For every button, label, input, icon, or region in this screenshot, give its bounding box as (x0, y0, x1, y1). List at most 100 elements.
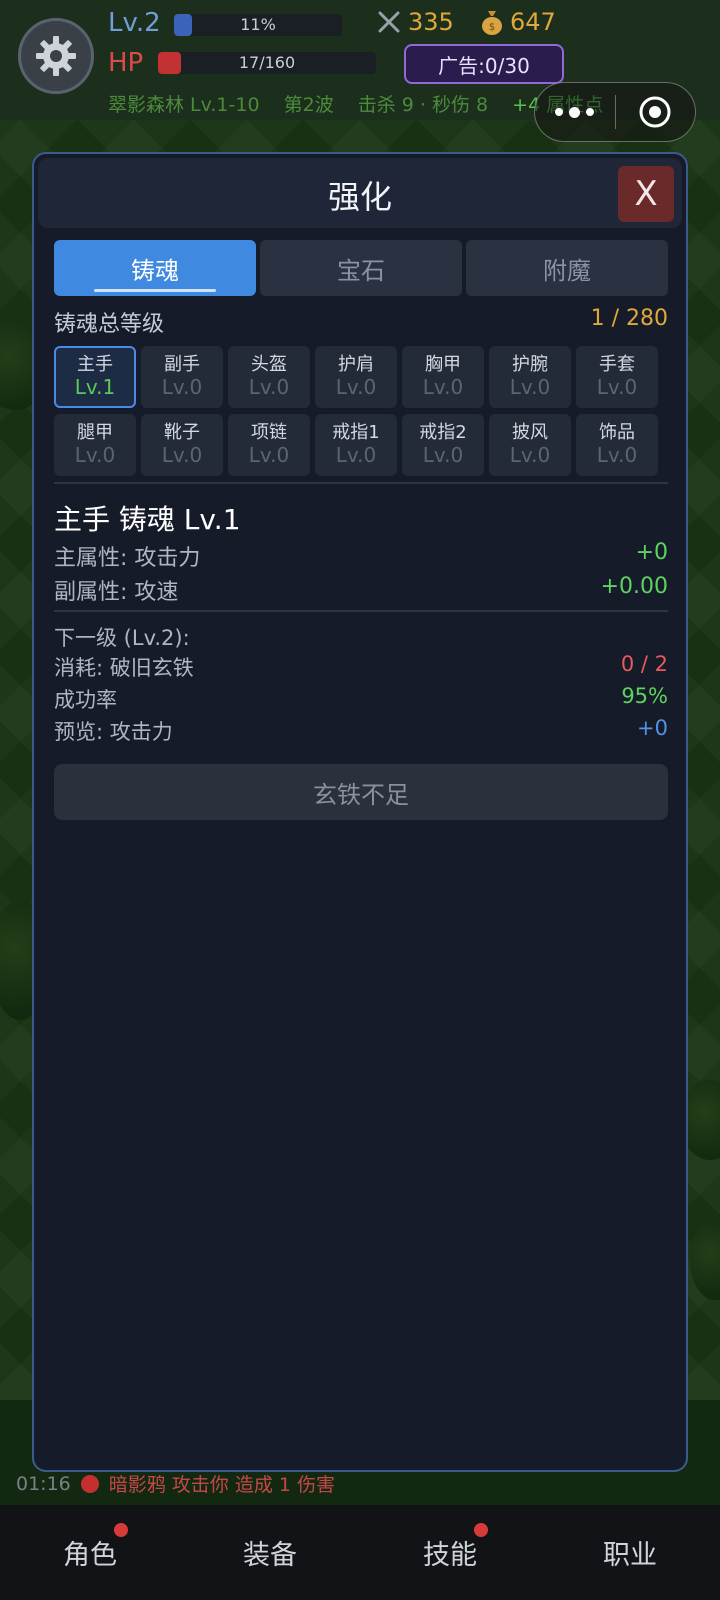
success-rate-label: 成功率 (54, 688, 117, 712)
slot-level: Lv.0 (161, 374, 203, 399)
slot-gloves[interactable]: 手套 Lv.0 (576, 346, 658, 408)
slot-name: 项链 (251, 422, 287, 444)
log-time: 01:16 (16, 1472, 71, 1495)
slot-name: 头盔 (251, 354, 287, 376)
preview-value: +0 (637, 716, 668, 740)
notification-badge (474, 1523, 488, 1537)
slot-level: Lv.0 (74, 442, 116, 467)
player-level: Lv.2 (108, 8, 161, 38)
slot-shoulders[interactable]: 护肩 Lv.0 (315, 346, 397, 408)
slot-helmet[interactable]: 头盔 Lv.0 (228, 346, 310, 408)
more-dots-icon (555, 108, 564, 116)
nav-label: 技能 (423, 1540, 477, 1571)
slot-level: Lv.0 (422, 442, 464, 467)
slot-name: 主手 (77, 354, 113, 376)
next-level-row: 下一级 (Lv.2): (54, 622, 668, 652)
total-level-value: 1 / 280 (590, 306, 668, 331)
slot-name: 饰品 (599, 422, 635, 444)
main-attribute-row: 主属性: 攻击力 +0 (54, 540, 668, 571)
log-message: 暗影鸦 攻击你 造成 1 伤害 (108, 1474, 336, 1496)
tab-enchant[interactable]: 附魔 (466, 240, 668, 296)
cost-row: 消耗: 破旧玄铁 0 / 2 (54, 652, 668, 682)
slot-name: 护腕 (512, 354, 548, 376)
hp-label: HP (108, 48, 144, 78)
enhance-tabs: 铸魂 宝石 附魔 (54, 240, 668, 296)
notification-badge (114, 1523, 128, 1537)
close-miniprogram-button[interactable] (616, 94, 696, 130)
slot-name: 副手 (164, 354, 200, 376)
slot-name: 戒指1 (332, 422, 380, 444)
total-level-label: 铸魂总等级 (54, 312, 165, 337)
slot-level: Lv.0 (509, 442, 551, 467)
modal-title: 强化 (327, 178, 392, 216)
nav-equipment[interactable]: 装备 (180, 1505, 360, 1600)
slot-chest[interactable]: 胸甲 Lv.0 (402, 346, 484, 408)
slot-name: 戒指2 (419, 422, 467, 444)
bottom-nav: 角色 装备 技能 职业 (0, 1505, 720, 1600)
target-icon (639, 96, 671, 128)
close-button[interactable]: X (618, 166, 674, 222)
more-dots-icon (569, 106, 581, 118)
slot-name: 手套 (599, 354, 635, 376)
money-bag-icon: $ (482, 11, 502, 35)
area-name: 翠影森林 Lv.1-10 (108, 94, 260, 116)
slot-cloak[interactable]: 披风 Lv.0 (489, 414, 571, 476)
main-attribute-value: +0 (635, 540, 668, 565)
nav-label: 职业 (603, 1540, 657, 1571)
slot-name: 腿甲 (77, 422, 113, 444)
settings-button[interactable] (18, 18, 94, 94)
tab-soul-forge[interactable]: 铸魂 (54, 240, 256, 296)
slot-level: Lv.0 (335, 374, 377, 399)
slot-necklace[interactable]: 项链 Lv.0 (228, 414, 310, 476)
slot-boots[interactable]: 靴子 Lv.0 (141, 414, 223, 476)
combat-log-entry: 01:16 暗影鸦 攻击你 造成 1 伤害 (16, 1470, 335, 1497)
nav-skills[interactable]: 技能 (360, 1505, 540, 1600)
slot-level: Lv.0 (161, 442, 203, 467)
slot-level: Lv.0 (596, 374, 638, 399)
equipment-slot-grid: 主手 Lv.1 副手 Lv.0 头盔 Lv.0 护肩 Lv.0 胸甲 Lv.0 护腕 Lv.… (54, 346, 668, 476)
slot-level: Lv.0 (248, 442, 290, 467)
slot-off-hand[interactable]: 副手 Lv.0 (141, 346, 223, 408)
sub-attribute-label: 副属性: 攻速 (54, 580, 179, 605)
slot-ring-1[interactable]: 戒指1 Lv.0 (315, 414, 397, 476)
detail-title: 主手 铸魂 Lv.1 (54, 503, 241, 536)
slot-level: Lv.0 (335, 442, 377, 467)
more-dots-icon (586, 108, 595, 116)
slot-legs[interactable]: 腿甲 Lv.0 (54, 414, 136, 476)
preview-row: 预览: 攻击力 +0 (54, 716, 668, 746)
slot-name: 披风 (512, 422, 548, 444)
xp-bar: 11% (174, 14, 342, 36)
xp-percent: 11% (240, 15, 276, 34)
slot-level: Lv.1 (74, 374, 116, 399)
gear-icon (36, 36, 76, 76)
wave-number: 第2波 (283, 94, 334, 116)
nav-label: 角色 (63, 1540, 117, 1571)
forge-button[interactable]: 玄铁不足 (54, 764, 668, 820)
main-attribute-label: 主属性: 攻击力 (54, 546, 201, 571)
cost-value: 0 / 2 (620, 652, 668, 676)
slot-ring-2[interactable]: 戒指2 Lv.0 (402, 414, 484, 476)
kill-stats: 击杀 9 · 秒伤 8 (357, 94, 489, 116)
nav-class[interactable]: 职业 (540, 1505, 720, 1600)
slot-trinket[interactable]: 饰品 Lv.0 (576, 414, 658, 476)
more-menu-button[interactable] (535, 106, 615, 118)
crossed-swords-icon (378, 11, 400, 33)
svg-text:$: $ (489, 22, 495, 33)
enhance-modal: 强化 X 铸魂 宝石 附魔 铸魂总等级 1 / 280 主手 Lv.1 副手 Lv.… (32, 152, 688, 1472)
slot-level: Lv.0 (422, 374, 464, 399)
hp-bar: 17/160 (158, 52, 376, 74)
sub-attribute-value: +0.00 (600, 574, 668, 599)
next-level-label: 下一级 (Lv.2): (54, 626, 190, 650)
gold-value: 647 (510, 8, 556, 36)
section-divider (54, 482, 668, 484)
slot-level: Lv.0 (248, 374, 290, 399)
tab-gem[interactable]: 宝石 (260, 240, 462, 296)
miniprogram-capsule (534, 82, 696, 142)
nav-character[interactable]: 角色 (0, 1505, 180, 1600)
modal-header: 强化 X (38, 158, 682, 228)
slot-main-hand[interactable]: 主手 Lv.1 (54, 346, 136, 408)
ad-reward-button[interactable]: 广告:0/30 (404, 44, 564, 84)
attack-stat: 335 (376, 8, 454, 36)
slot-bracers[interactable]: 护腕 Lv.0 (489, 346, 571, 408)
nav-label: 装备 (243, 1540, 297, 1571)
